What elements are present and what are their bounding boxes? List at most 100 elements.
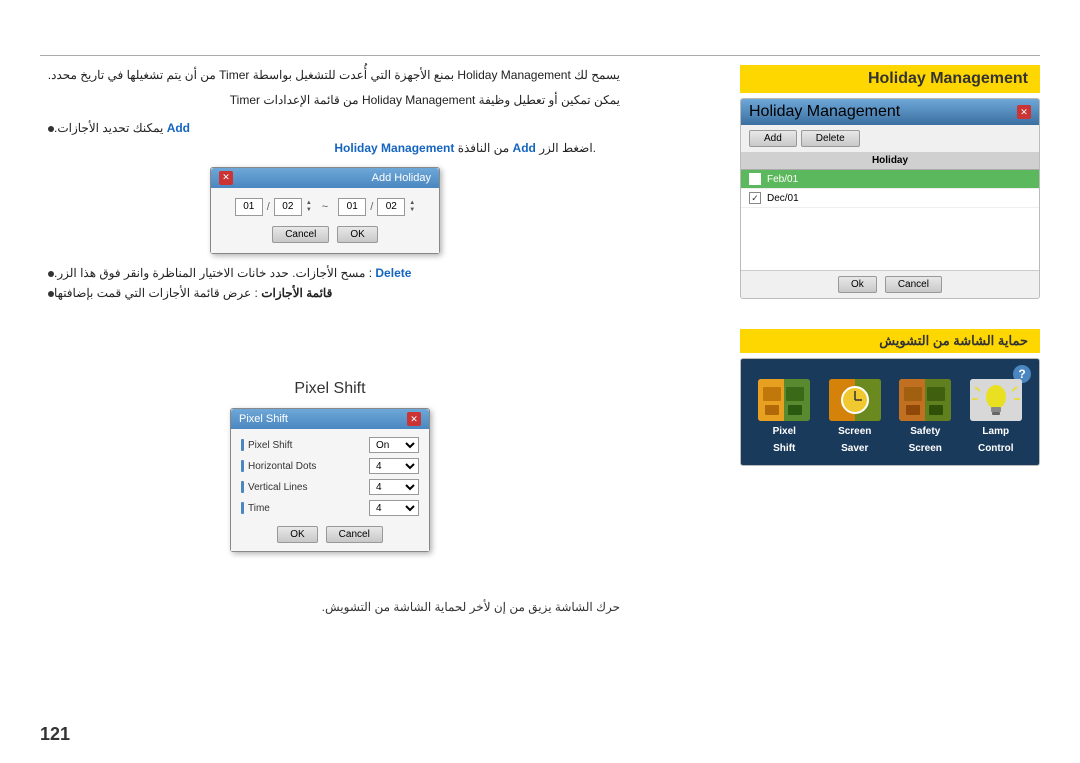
bullet-dot-3 — [48, 291, 54, 297]
ps-label-4: Time — [248, 503, 270, 514]
dialog-cancel-btn[interactable]: Cancel — [272, 226, 329, 243]
screen-saver-label-1: Screen — [838, 425, 871, 438]
ps-row-2: Horizontal Dots 4123 — [241, 458, 419, 474]
ps-row-label-2: Horizontal Dots — [241, 460, 316, 472]
ps-buttons: OK Cancel — [241, 526, 419, 543]
bullet-dot-2 — [48, 271, 54, 277]
pixel-shift-dialog: Pixel Shift ✕ Pixel Shift OnOff Horizont… — [230, 408, 430, 552]
lamp-control-label-2: Control — [978, 442, 1014, 455]
bullet-list: قائمة الأجازات : عرض قائمة الأجازات التي… — [40, 286, 610, 300]
safety-panel: ? Pixel — [740, 358, 1040, 466]
dialog-body: ▲▼ / ~ ▲▼ / OK Cancel — [211, 188, 439, 253]
date-row: ▲▼ / ~ ▲▼ / — [223, 198, 427, 216]
ps-titlebar: Pixel Shift ✕ — [231, 409, 429, 429]
ps-row-label-3: Vertical Lines — [241, 481, 307, 493]
ps-label-3: Vertical Lines — [248, 482, 307, 493]
hm-ok-btn[interactable]: Ok — [838, 276, 877, 293]
bullet-dot — [48, 126, 54, 132]
hm-list-item-2[interactable]: Dec/01 — [741, 189, 1039, 208]
intro-arabic: يسمح لك Holiday Management بمنع الأجهزة … — [48, 68, 620, 82]
hm-item-label-1: Feb/01 — [767, 174, 798, 185]
left-column: يسمح لك Holiday Management بمنع الأجهزة … — [40, 65, 620, 306]
hm-add-btn[interactable]: Add — [749, 130, 797, 147]
month-from-input[interactable] — [377, 198, 405, 216]
bullet-delete: Delete : مسح الأجازات. حدد خانات الاختيا… — [40, 266, 610, 280]
safety-icon-pixel-shift[interactable]: Pixel Shift — [754, 379, 814, 455]
page-number: 121 — [40, 724, 70, 745]
day-to-input[interactable] — [235, 198, 263, 216]
safety-section: حماية الشاشة من التشويش ? — [740, 329, 1040, 466]
safety-screen-label-2: Screen — [909, 442, 942, 455]
safety-icon-screen-saver[interactable]: Screen Saver — [825, 379, 885, 455]
ps-row-4: Time 4123 — [241, 500, 419, 516]
hm-checkbox-1[interactable] — [749, 173, 761, 185]
safety-screen-label-1: Safety — [910, 425, 940, 438]
add-holiday-dialog: Add Holiday ✕ ▲▼ / ~ ▲▼ / — [210, 167, 440, 254]
timer-text: يمكن تمكين أو تعطيل وظيفة Holiday Manage… — [40, 90, 620, 110]
ps-ok-btn[interactable]: OK — [277, 526, 317, 543]
bullet-delete-text: Delete : مسح الأجازات. حدد خانات الاختيا… — [54, 266, 411, 280]
hm-empty-area — [741, 208, 1039, 268]
ps-row-3: Vertical Lines 4123 — [241, 479, 419, 495]
day-from-input[interactable] — [338, 198, 366, 216]
bullet-section: Add يمكنك تحديد الأجازات. .اضغط الزر Add… — [40, 121, 620, 300]
hm-checkbox-2[interactable] — [749, 192, 761, 204]
bullet-add-sub: .اضغط الزر Add من النافذة Holiday Manage… — [40, 141, 610, 155]
ps-label-2: Horizontal Dots — [248, 461, 316, 472]
screen-saver-label-2: Saver — [841, 442, 868, 455]
hm-section-title: Holiday Management — [740, 65, 1040, 93]
pixel-shift-section: Pixel Shift Pixel Shift ✕ Pixel Shift On… — [40, 380, 620, 552]
bullet-list-text: قائمة الأجازات : عرض قائمة الأجازات التي… — [54, 286, 332, 300]
hm-panel-footer: Ok Cancel — [741, 270, 1039, 298]
lamp-control-icon — [970, 379, 1022, 421]
ps-arabic-desc: حرك الشاشة يزيق من إن لأخر لحماية الشاشة… — [40, 600, 620, 614]
hm-panel-close[interactable]: ✕ — [1017, 105, 1031, 119]
ps-close-btn[interactable]: ✕ — [407, 412, 421, 426]
date-sep-1: / — [370, 201, 373, 213]
ps-bar-2 — [241, 460, 244, 472]
lamp-control-label-1: Lamp — [982, 425, 1009, 438]
safety-icon-lamp-control[interactable]: Lamp Control — [966, 379, 1026, 455]
ps-row-label-1: Pixel Shift — [241, 439, 292, 451]
intro-text: يسمح لك Holiday Management بمنع الأجهزة … — [40, 65, 620, 85]
pixel-shift-icon — [758, 379, 810, 421]
ps-row-1: Pixel Shift OnOff — [241, 437, 419, 453]
ps-select-1[interactable]: OnOff — [369, 437, 419, 453]
date-range-sep: ~ — [322, 201, 328, 213]
ps-label-1: Pixel Shift — [248, 440, 292, 451]
hm-toolbar: Add Delete — [741, 125, 1039, 152]
hm-list-item-1[interactable]: Feb/01 — [741, 170, 1039, 189]
dialog-buttons: OK Cancel — [223, 226, 427, 243]
ps-body: Pixel Shift OnOff Horizontal Dots 4123 — [231, 429, 429, 551]
date-from-arrows[interactable]: ▲▼ — [409, 200, 415, 213]
hm-panel-header: Holiday Management ✕ — [741, 99, 1039, 125]
hm-list: Feb/01 Dec/01 — [741, 170, 1039, 270]
ps-select-2[interactable]: 4123 — [369, 458, 419, 474]
ps-bar-3 — [241, 481, 244, 493]
hm-cancel-btn[interactable]: Cancel — [885, 276, 942, 293]
ps-select-3[interactable]: 4123 — [369, 479, 419, 495]
ps-select-4[interactable]: 4123 — [369, 500, 419, 516]
ps-title: Pixel Shift — [239, 413, 288, 425]
ps-bar — [241, 439, 244, 451]
ps-bar-4 — [241, 502, 244, 514]
hm-delete-btn[interactable]: Delete — [801, 130, 860, 147]
dialog-titlebar: Add Holiday ✕ — [211, 168, 439, 188]
hm-panel-title: Holiday Management — [749, 103, 900, 121]
safety-icons-row: Pixel Shift Sc — [749, 374, 1031, 455]
dialog-close-btn[interactable]: ✕ — [219, 171, 233, 185]
safety-screen-icon — [899, 379, 951, 421]
dialog-title: Add Holiday — [372, 172, 431, 184]
bullet-add-text: Add يمكنك تحديد الأجازات. — [54, 121, 190, 135]
safety-icon-safety-screen[interactable]: Safety Screen — [895, 379, 955, 455]
top-divider — [40, 55, 1040, 56]
date-sep-2: / — [267, 201, 270, 213]
right-column: Holiday Management Holiday Management ✕ … — [740, 65, 1040, 466]
safety-title: حماية الشاشة من التشويش — [740, 329, 1040, 353]
date-to-arrows[interactable]: ▲▼ — [306, 200, 312, 213]
pixel-shift-label-2: Shift — [773, 442, 795, 455]
dialog-ok-btn[interactable]: OK — [337, 226, 377, 243]
hm-item-label-2: Dec/01 — [767, 193, 799, 204]
ps-cancel-btn[interactable]: Cancel — [326, 526, 383, 543]
month-to-input[interactable] — [274, 198, 302, 216]
